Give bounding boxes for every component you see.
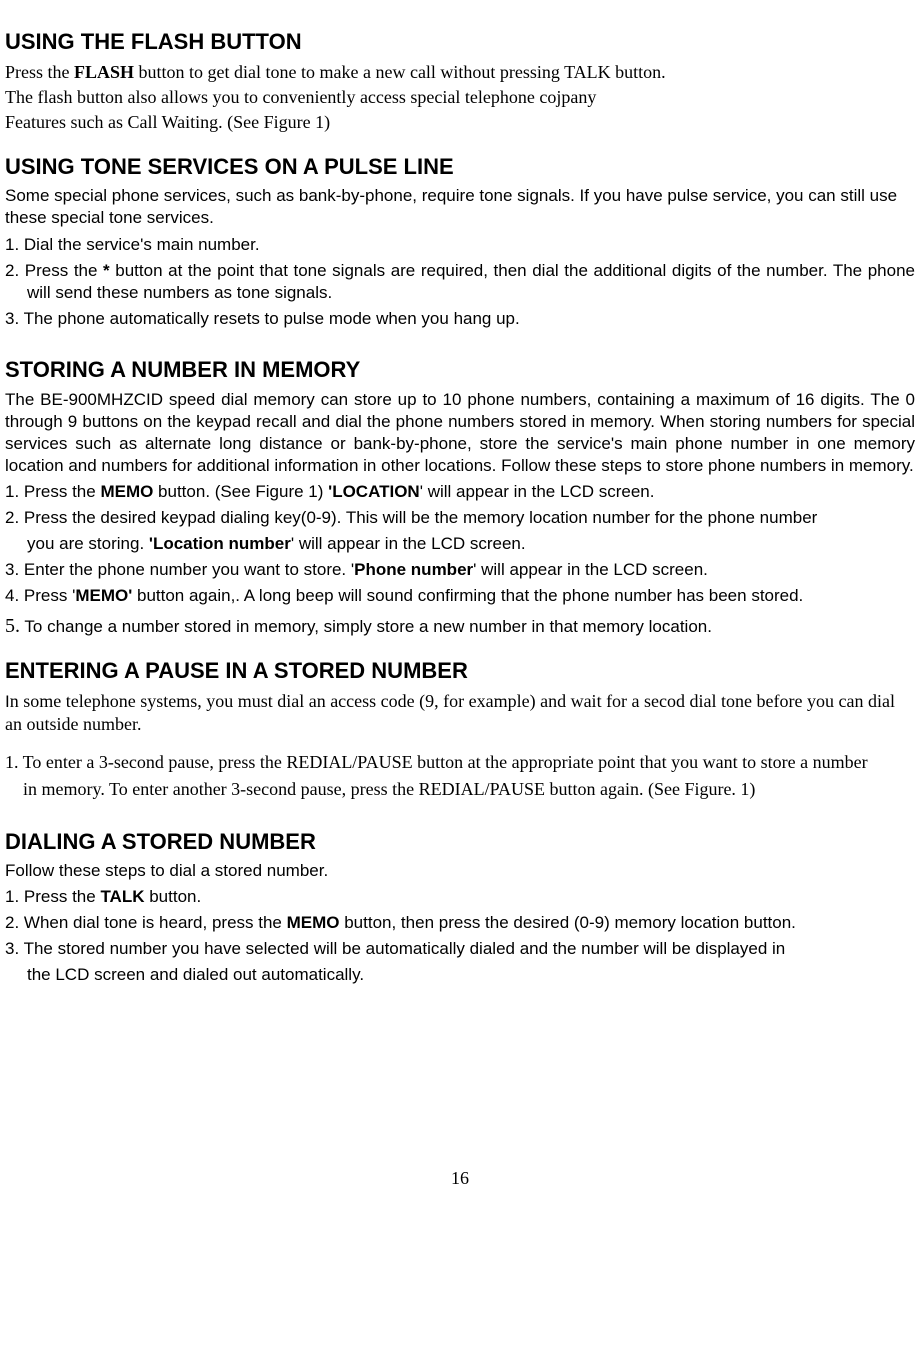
list-item: 2. Press the desired keypad dialing key(… bbox=[5, 507, 915, 529]
para: Features such as Call Waiting. (See Figu… bbox=[5, 111, 915, 134]
heading-pause: ENTERING A PAUSE IN A STORED NUMBER bbox=[5, 657, 915, 686]
list: 1. To enter a 3-second pause, press the … bbox=[5, 751, 915, 802]
para: In some telephone systems, you must dial… bbox=[5, 690, 915, 737]
list-item: 3. The phone automatically resets to pul… bbox=[5, 308, 915, 330]
heading-dialing-stored: DIALING A STORED NUMBER bbox=[5, 828, 915, 857]
list: 1. Press the TALK button. 2. When dial t… bbox=[5, 886, 915, 986]
list-item: 4. Press 'MEMO' button again,. A long be… bbox=[5, 585, 915, 607]
list-item: 1. Dial the service's main number. bbox=[5, 234, 915, 256]
para: Some special phone services, such as ban… bbox=[5, 185, 915, 229]
list: 1. Dial the service's main number. 2. Pr… bbox=[5, 234, 915, 330]
heading-storing-number: STORING A NUMBER IN MEMORY bbox=[5, 356, 915, 385]
list-item: 3. The stored number you have selected w… bbox=[5, 938, 915, 960]
para: The flash button also allows you to conv… bbox=[5, 86, 915, 109]
list-item: 1. To enter a 3-second pause, press the … bbox=[5, 751, 915, 774]
list-item: 2. Press the * button at the point that … bbox=[5, 260, 915, 304]
list-item: 1. Press the MEMO button. (See Figure 1)… bbox=[5, 481, 915, 503]
heading-flash-button: USING THE FLASH BUTTON bbox=[5, 28, 915, 57]
list-item: 3. Enter the phone number you want to st… bbox=[5, 559, 915, 581]
para: Follow these steps to dial a stored numb… bbox=[5, 860, 915, 882]
page-number: 16 bbox=[5, 1167, 915, 1190]
para: Press the FLASH button to get dial tone … bbox=[5, 61, 915, 84]
list-item-sub: you are storing. 'Location number' will … bbox=[5, 533, 915, 555]
list-item: 2. When dial tone is heard, press the ME… bbox=[5, 912, 915, 934]
list-item-sub: the LCD screen and dialed out automatica… bbox=[5, 964, 915, 986]
para: The BE-900MHZCID speed dial memory can s… bbox=[5, 389, 915, 477]
list: 1. Press the MEMO button. (See Figure 1)… bbox=[5, 481, 915, 639]
list-item: 5. To change a number stored in memory, … bbox=[5, 613, 915, 639]
heading-tone-services: USING TONE SERVICES ON A PULSE LINE bbox=[5, 153, 915, 182]
list-item-sub: in memory. To enter another 3-second pau… bbox=[5, 778, 915, 801]
list-item: 1. Press the TALK button. bbox=[5, 886, 915, 908]
